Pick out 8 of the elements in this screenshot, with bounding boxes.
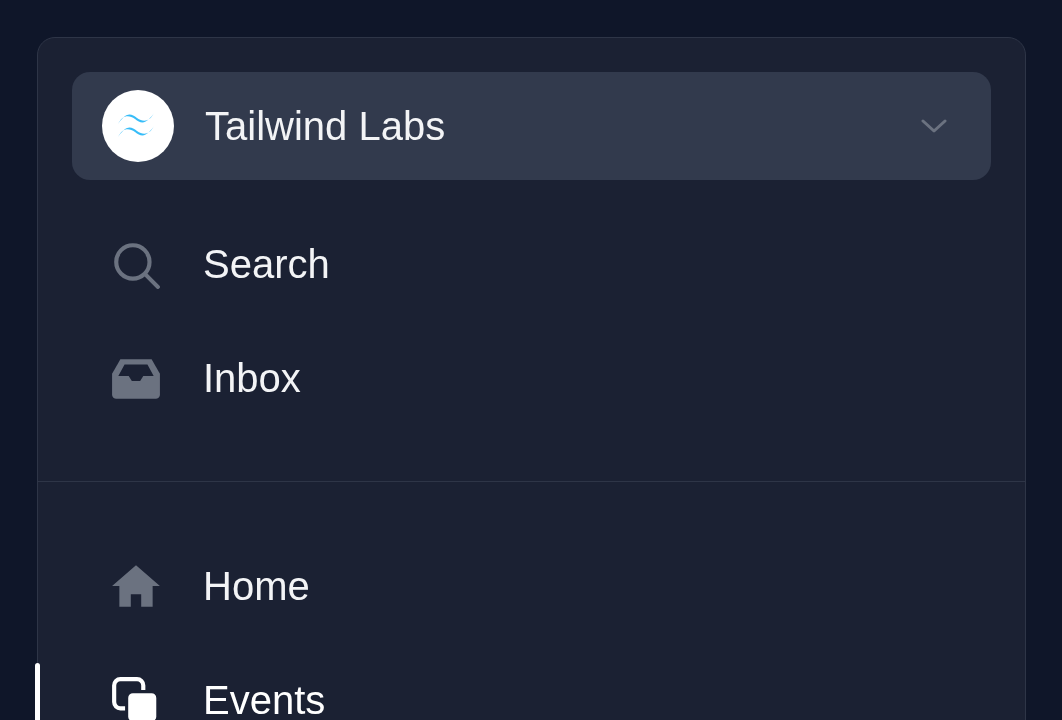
sidebar-item[interactable]: Events — [72, 643, 991, 720]
sidebar-item[interactable]: Home — [72, 529, 991, 643]
sidebar-item[interactable]: Inbox — [72, 321, 991, 435]
sidebar-item[interactable]: Search — [72, 207, 991, 321]
team-switcher[interactable]: Tailwind Labs — [72, 72, 991, 180]
wave-logo-icon — [101, 89, 175, 163]
active-indicator — [35, 663, 40, 720]
chevron-down-icon — [921, 118, 947, 134]
